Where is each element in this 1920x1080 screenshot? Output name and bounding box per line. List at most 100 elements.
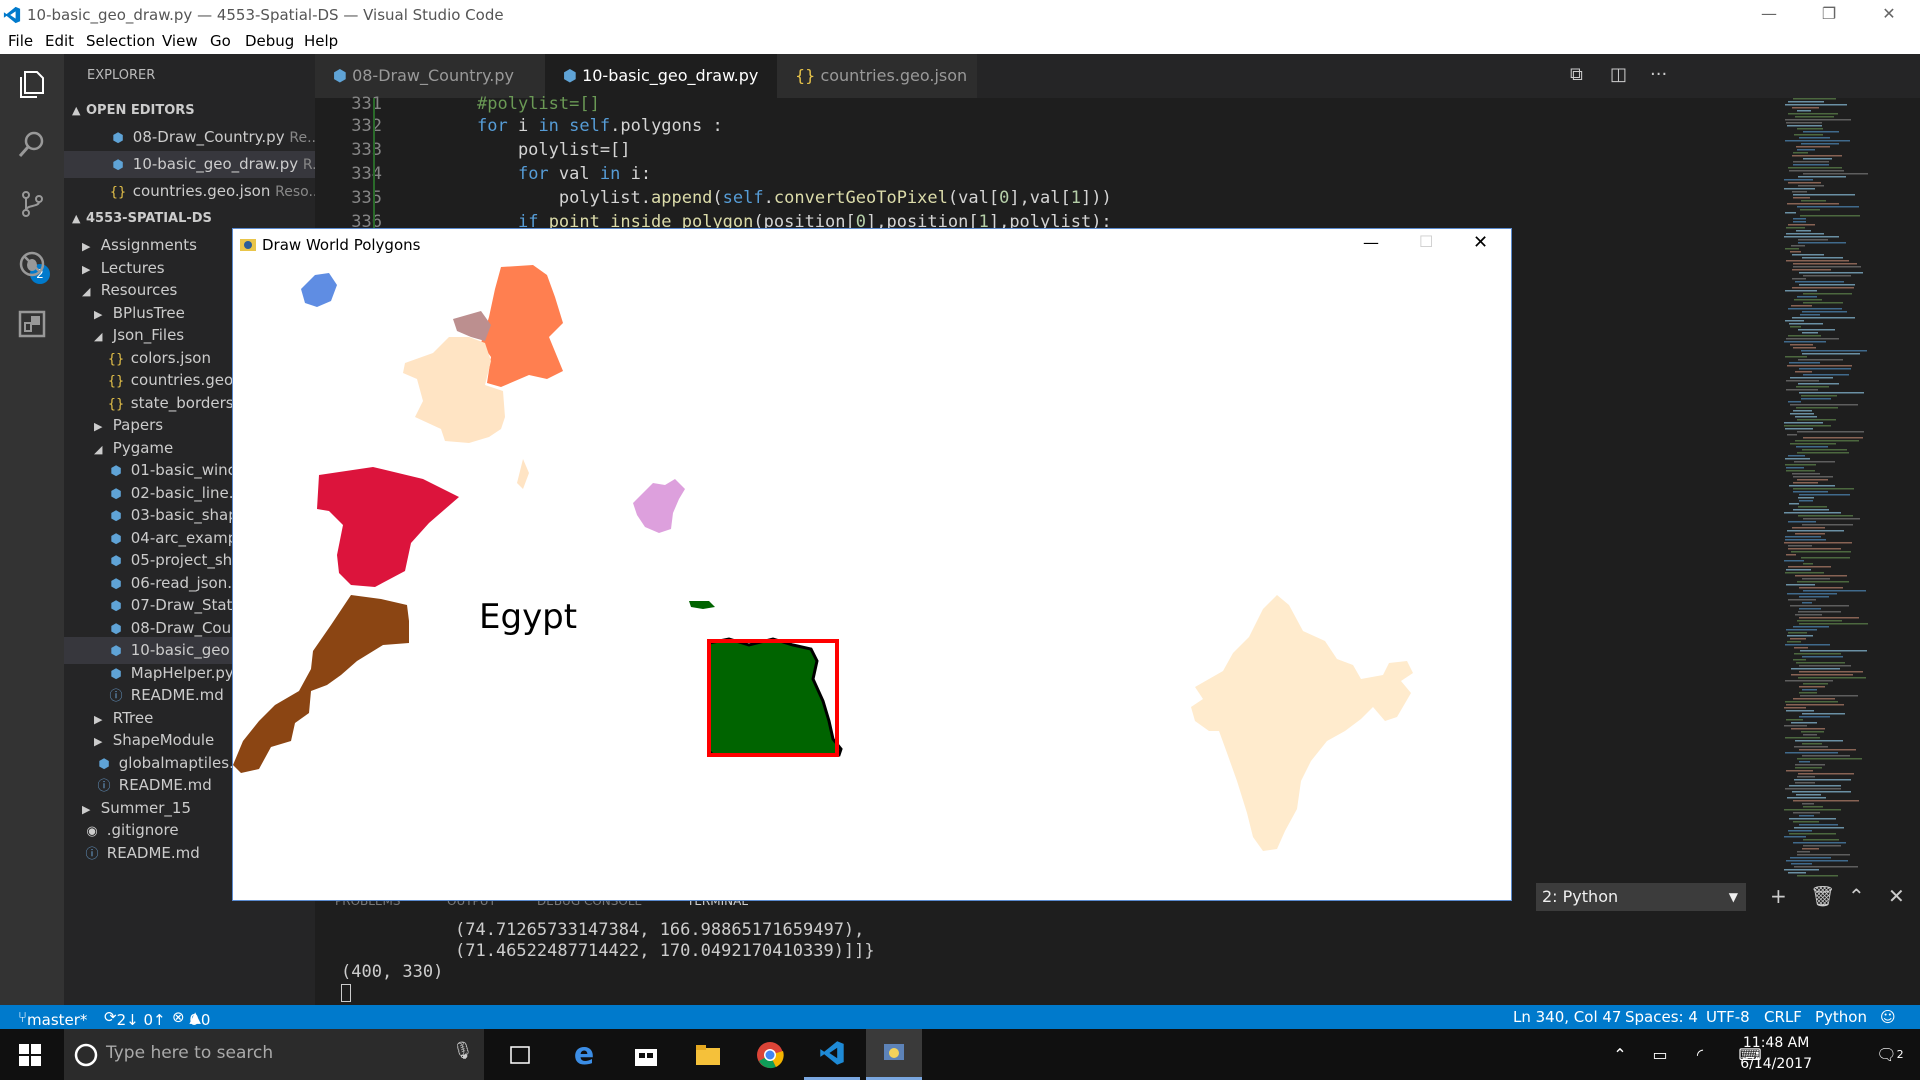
close-panel-icon[interactable]: ✕ bbox=[1888, 884, 1905, 908]
pygame-icon bbox=[240, 239, 256, 251]
battery-icon[interactable]: ▭ bbox=[1640, 1029, 1680, 1080]
minimap-line bbox=[1788, 182, 1821, 184]
minimap-line bbox=[1784, 707, 1806, 709]
encoding[interactable]: UTF-8 bbox=[1706, 1008, 1750, 1026]
file-explorer-icon[interactable] bbox=[680, 1029, 736, 1080]
open-editor-item[interactable]: ⬢ 10-basic_geo_draw.py R... bbox=[64, 151, 315, 178]
git-branch[interactable]: ⑂ master* bbox=[18, 1008, 87, 1029]
explorer-icon[interactable] bbox=[12, 64, 52, 104]
pygame-minimize-button[interactable]: — bbox=[1363, 233, 1379, 252]
crete-polygon[interactable] bbox=[689, 601, 715, 609]
greece-polygon[interactable] bbox=[633, 479, 685, 533]
restore-button[interactable]: ❐ bbox=[1800, 0, 1858, 30]
task-view-icon[interactable] bbox=[492, 1029, 548, 1080]
minimap-line bbox=[1793, 491, 1828, 493]
chrome-icon[interactable] bbox=[742, 1029, 798, 1080]
sync-status[interactable]: ⟳ 2↓ 0↑ bbox=[104, 1008, 166, 1029]
spain-polygon[interactable] bbox=[317, 467, 459, 587]
terminal-select[interactable]: 2: Python ▼ bbox=[1536, 883, 1746, 911]
menu-edit[interactable]: Edit bbox=[45, 32, 74, 50]
windows-start-icon[interactable] bbox=[0, 1029, 60, 1080]
tree-item-label: README.md bbox=[114, 776, 212, 794]
minimap-line bbox=[1786, 569, 1811, 571]
chevron-up-icon[interactable]: ⌃ bbox=[1600, 1029, 1640, 1080]
store-icon[interactable] bbox=[618, 1029, 674, 1080]
vscode-taskbar-icon[interactable] bbox=[804, 1029, 860, 1080]
minimap-line bbox=[1794, 866, 1858, 868]
tab-countries-geo-json[interactable]: {} countries.geo.json bbox=[777, 54, 977, 98]
minimap-line bbox=[1793, 659, 1806, 661]
microphone-icon[interactable]: 🎙 bbox=[452, 1041, 474, 1061]
smiley-icon[interactable]: ☺ bbox=[1880, 1008, 1896, 1026]
minimap-line bbox=[1795, 767, 1822, 769]
split-editor-icon[interactable]: ◫ bbox=[1610, 64, 1627, 85]
minimap-line bbox=[1788, 401, 1801, 403]
language-mode[interactable]: Python bbox=[1815, 1008, 1867, 1026]
minimap-line bbox=[1785, 320, 1804, 322]
minimap-line bbox=[1788, 335, 1821, 337]
new-terminal-icon[interactable]: + bbox=[1770, 884, 1787, 908]
wifi-icon[interactable]: ◜ bbox=[1680, 1029, 1720, 1080]
india-polygon[interactable] bbox=[1191, 595, 1413, 851]
search-icon[interactable] bbox=[12, 124, 52, 164]
trash-icon[interactable]: 🗑 bbox=[1810, 884, 1835, 908]
menu-selection[interactable]: Selection bbox=[86, 32, 155, 50]
minimap-line bbox=[1791, 728, 1825, 730]
maximize-panel-icon[interactable]: ⌃ bbox=[1848, 884, 1865, 908]
egypt-polygon[interactable] bbox=[707, 637, 843, 757]
iceland-polygon[interactable] bbox=[301, 273, 337, 307]
minimap[interactable] bbox=[1780, 98, 1910, 888]
extensions-icon[interactable] bbox=[12, 304, 52, 344]
pygame-taskbar-icon[interactable] bbox=[866, 1029, 922, 1080]
minimap-line bbox=[1786, 860, 1848, 862]
germany-polygon[interactable] bbox=[481, 265, 563, 387]
python-icon: ⬢ bbox=[333, 66, 347, 85]
minimap-line bbox=[1785, 701, 1838, 703]
minimap-line bbox=[1792, 317, 1855, 319]
pygame-maximize-button[interactable]: ☐ bbox=[1419, 232, 1433, 251]
notifications-icon[interactable]: 🗨 2 bbox=[1860, 1029, 1920, 1080]
menu-debug[interactable]: Debug bbox=[245, 32, 294, 50]
tab-08-draw-country[interactable]: ⬢ 08-Draw_Country.py bbox=[315, 54, 545, 98]
minimap-line bbox=[1795, 116, 1834, 118]
taskbar-search[interactable]: Type here to search 🎙 bbox=[64, 1029, 484, 1080]
minimap-line bbox=[1801, 398, 1831, 400]
tab-10-basic-geo-draw[interactable]: ⬢ 10-basic_geo_draw.py ✕ bbox=[545, 54, 777, 129]
open-editor-item[interactable]: ⬢ 08-Draw_Country.py Re... bbox=[64, 124, 315, 151]
pygame-window[interactable]: Draw World Polygons — ☐ ✕ Egypt bbox=[232, 228, 1512, 901]
minimap-line bbox=[1784, 560, 1804, 562]
minimap-line bbox=[1792, 278, 1806, 280]
window-title: 10-basic_geo_draw.py — 4553-Spatial-DS —… bbox=[27, 6, 504, 24]
taskbar-clock[interactable]: 11:48 AM 6/14/2017 bbox=[1740, 1033, 1812, 1075]
minimize-button[interactable]: — bbox=[1740, 0, 1798, 30]
pygame-close-button[interactable]: ✕ bbox=[1473, 232, 1488, 253]
corsica-polygon[interactable] bbox=[517, 459, 529, 489]
minimap-line bbox=[1799, 815, 1814, 817]
world-polygons-canvas[interactable]: Egypt bbox=[233, 261, 1511, 900]
minimap-line bbox=[1796, 146, 1830, 148]
menu-file[interactable]: File bbox=[8, 32, 33, 50]
minimap-line bbox=[1793, 164, 1829, 166]
edge-icon[interactable]: e bbox=[556, 1029, 612, 1080]
belgium-polygon[interactable] bbox=[453, 311, 491, 341]
menu-help[interactable]: Help bbox=[304, 32, 338, 50]
indentation[interactable]: Spaces: 4 bbox=[1625, 1008, 1698, 1026]
open-changes-icon[interactable]: ⧉ bbox=[1570, 64, 1583, 85]
menu-go[interactable]: Go bbox=[210, 32, 231, 50]
cursor-position[interactable]: Ln 340, Col 47 bbox=[1513, 1008, 1621, 1026]
menu-view[interactable]: View bbox=[162, 32, 198, 50]
tree-item-label: RTree bbox=[108, 708, 154, 727]
open-editors-section[interactable]: ▲ OPEN EDITORS bbox=[64, 97, 315, 124]
minimap-line bbox=[1784, 422, 1823, 424]
open-editor-item[interactable]: {} countries.geo.json Reso... bbox=[64, 178, 315, 205]
debug-icon[interactable] bbox=[12, 244, 52, 284]
problems-status[interactable]: ⊗ 0 ▲ 0 bbox=[172, 1008, 210, 1029]
source-control-icon[interactable] bbox=[12, 184, 52, 224]
morocco-polygon[interactable] bbox=[233, 595, 409, 773]
minimap-line bbox=[1786, 338, 1839, 340]
line-ending[interactable]: CRLF bbox=[1764, 1008, 1802, 1026]
close-button[interactable]: ✕ bbox=[1860, 0, 1918, 30]
minimap-line bbox=[1798, 359, 1843, 361]
minimap-line bbox=[1799, 716, 1830, 718]
more-actions-icon[interactable]: ··· bbox=[1650, 64, 1667, 85]
